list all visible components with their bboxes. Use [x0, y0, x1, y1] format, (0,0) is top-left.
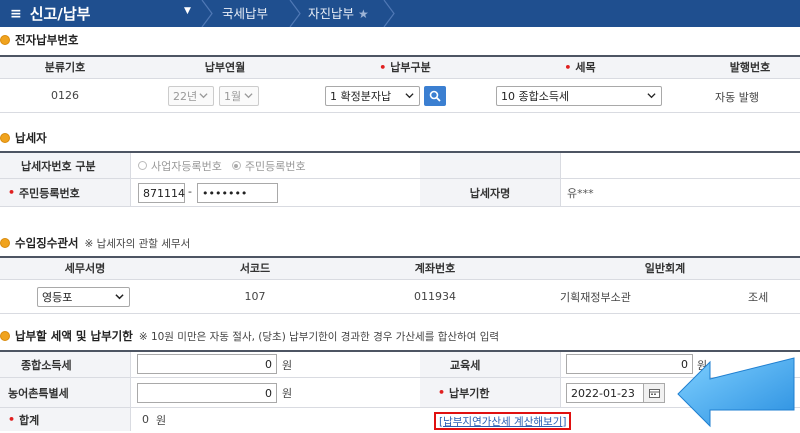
search-button[interactable] — [424, 86, 446, 106]
rrn-front-input[interactable]: 871114 — [138, 183, 185, 203]
chevron-down-icon — [115, 294, 124, 300]
section-bullet-icon — [0, 35, 10, 45]
chevron-down-icon — [199, 93, 208, 99]
section-note: ※ 10원 미만은 자동 절사, (당초) 납부기한이 경과한 경우 가산세를 … — [138, 330, 500, 343]
radio-unchecked-icon — [138, 161, 147, 170]
rural-tax-label: 농어촌특별세 — [0, 378, 130, 407]
radio-resident-number[interactable]: 주민등록번호 — [231, 158, 306, 174]
account-no-value: 011934 — [414, 290, 456, 303]
header-pay-period: 납부연월 — [204, 61, 246, 74]
header-tax-item: • 세목 — [564, 61, 596, 74]
section-title-label: 전자납부번호 — [15, 33, 79, 47]
issue-no-value: 자동 발행 — [715, 91, 759, 104]
due-date-value: 2022-01-23 — [571, 386, 635, 400]
electronic-payment-header-row: 분류기호 납부연월 • 납부구분 • 세목 발행번호 — [0, 55, 800, 79]
income-tax-unit: 원 — [282, 358, 293, 372]
section-note: ※ 납세자의 관할 세무서 — [84, 237, 191, 250]
section-title-tax-office: 수입징수관서 ※ 납세자의 관할 세무서 — [0, 235, 190, 251]
tax-office-header-row: 세무서명 서코드 계좌번호 일반회계 — [0, 256, 800, 280]
radio-business-number[interactable]: 사업자등록번호 — [138, 158, 222, 174]
tax-item-select[interactable]: 10 종합소득세 — [496, 86, 662, 106]
rural-tax-input[interactable]: 0 — [137, 383, 277, 403]
edu-tax-label: 교육세 — [420, 352, 560, 377]
total-value: 0 원 — [142, 413, 167, 427]
taxpayer-rrn-row: • 주민등록번호 납세자명 유*** — [0, 179, 800, 207]
chevron-down-icon — [405, 93, 414, 99]
breadcrumb-self-payment[interactable]: 자진납부 ★ — [308, 0, 369, 27]
favorite-star-icon[interactable]: ★ — [358, 7, 369, 21]
total-label: • 합계 — [0, 408, 130, 431]
section-title-amount: 납부할 세액 및 납부기한 ※ 10원 미만은 자동 절사, (당초) 납부기한… — [0, 328, 499, 344]
menu-title[interactable]: ≡ 신고/납부 — [10, 3, 90, 24]
late-penalty-calc-link[interactable]: [납부지연가산세 계산해보기] — [434, 412, 572, 430]
section-bullet-icon — [0, 133, 10, 143]
pay-type-select[interactable]: 1 확정분자납 — [325, 86, 420, 106]
top-navigation-bar: ≡ 신고/납부 ▼ 국세납부 자진납부 ★ — [0, 0, 800, 27]
id-type-radio-group: 사업자등록번호 주민등록번호 — [138, 153, 316, 178]
section-title-taxpayer: 납세자 — [0, 130, 47, 146]
radio-checked-icon — [231, 161, 241, 170]
header-account-no: 계좌번호 — [414, 262, 456, 275]
month-select[interactable]: 1월 — [219, 86, 259, 106]
section-title-label: 납부할 세액 및 납부기한 — [15, 329, 133, 343]
due-date-input[interactable]: 2022-01-23 — [566, 383, 665, 403]
section-title-electronic-payment: 전자납부번호 — [0, 32, 78, 48]
section-title-label: 수입징수관서 — [15, 236, 79, 250]
id-type-label: 납세자번호 구분 — [0, 153, 130, 178]
office-select[interactable]: 영등포 — [37, 287, 130, 307]
account-type-value: 조세 — [748, 290, 769, 304]
breadcrumb-self-payment-label: 자진납부 — [308, 6, 355, 21]
header-office-code: 서코드 — [239, 262, 271, 275]
hamburger-icon[interactable]: ≡ — [10, 6, 22, 22]
header-class-code: 분류기호 — [44, 61, 86, 74]
breadcrumb-separator-icon — [200, 0, 214, 27]
taxpayer-name-value: 유*** — [567, 186, 594, 200]
due-date-label: • 납부기한 — [420, 378, 560, 407]
breadcrumb-separator-icon — [288, 0, 302, 27]
dept-value: 기획재정부소관 — [560, 290, 631, 304]
chevron-down-icon — [244, 93, 253, 99]
header-pay-type: • 납부구분 — [379, 61, 431, 74]
header-general-account: 일반회계 — [644, 262, 686, 275]
rrn-dash: - — [188, 185, 192, 198]
header-issue-no: 발행번호 — [729, 61, 771, 74]
office-code-value: 107 — [244, 290, 266, 303]
income-tax-input[interactable]: 0 — [137, 354, 277, 374]
header-office-name: 세무서명 — [64, 262, 106, 275]
class-code-value: 0126 — [51, 89, 79, 102]
section-title-label: 납세자 — [15, 131, 47, 145]
menu-title-label: 신고/납부 — [29, 5, 91, 23]
search-icon — [429, 90, 441, 102]
section-bullet-icon — [0, 238, 10, 248]
breadcrumb-national-tax[interactable]: 국세납부 — [222, 0, 268, 27]
section-bullet-icon — [0, 331, 10, 341]
empty-label-cell — [420, 153, 560, 178]
breadcrumb-separator-icon — [382, 0, 396, 27]
year-select[interactable]: 22년 — [168, 86, 214, 106]
income-tax-label: 종합소득세 — [0, 352, 130, 377]
taxpayer-id-type-row: 납세자번호 구분 사업자등록번호 주민등록번호 — [0, 151, 800, 179]
calendar-icon[interactable] — [643, 384, 664, 402]
chevron-down-icon — [647, 93, 656, 99]
dropdown-triangle-icon[interactable]: ▼ — [184, 6, 191, 16]
edu-tax-input[interactable]: 0 — [566, 354, 693, 374]
taxpayer-name-label: 납세자명 — [420, 179, 560, 206]
rrn-back-input[interactable]: ••••••• — [197, 183, 278, 203]
rural-tax-unit: 원 — [282, 386, 293, 400]
rrn-label: • 주민등록번호 — [0, 179, 130, 206]
annotation-arrow-icon — [676, 356, 798, 433]
